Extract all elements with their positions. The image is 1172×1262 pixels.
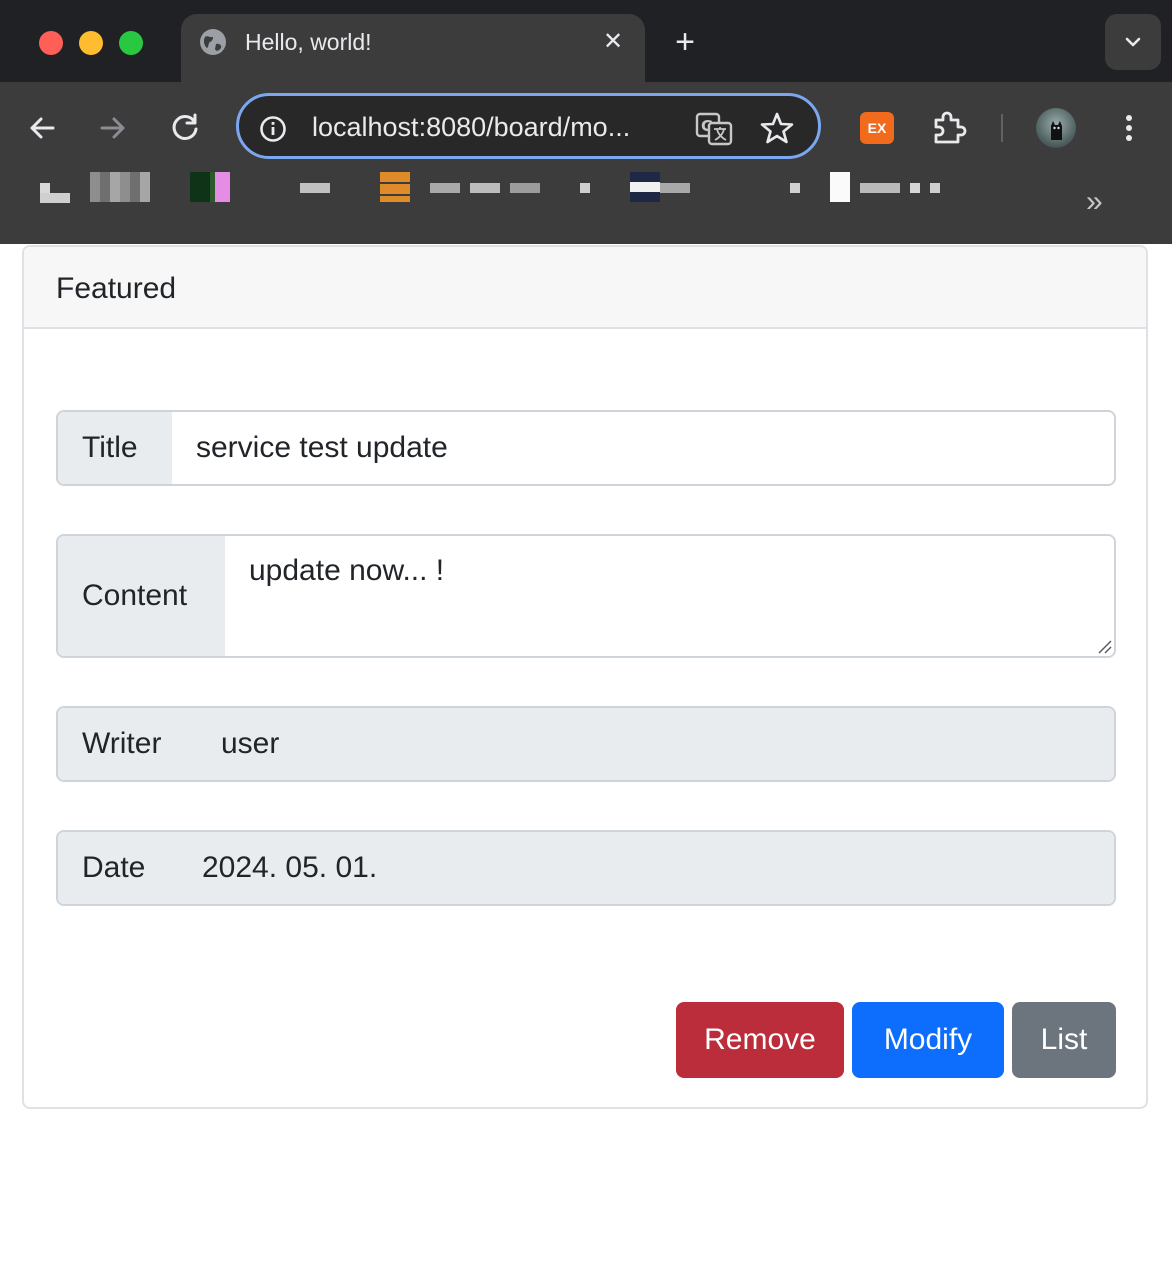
back-arrow-icon[interactable] [24, 110, 60, 146]
extension-ex-button[interactable]: EX [860, 112, 894, 144]
bookmark-item[interactable] [790, 183, 800, 193]
writer-label-text: Writer [82, 727, 162, 760]
bookmark-item[interactable] [190, 172, 230, 202]
writer-input-group: Writer user [56, 706, 1116, 782]
bookmark-item[interactable] [830, 172, 860, 202]
browser-toolbar: localhost:8080/board/mo... G EX » [0, 82, 1172, 244]
kebab-menu-icon[interactable] [1116, 110, 1142, 146]
window-minimize-button[interactable] [79, 31, 103, 55]
title-label: Title [58, 412, 174, 484]
content-textarea[interactable]: update now... ! [225, 536, 1114, 656]
tab-title: Hello, world! [245, 29, 372, 55]
tab-strip: Hello, world! ✕ + [0, 0, 1172, 82]
bookmark-item[interactable] [40, 183, 50, 193]
bookmark-item[interactable] [660, 183, 690, 193]
bookmark-item[interactable] [40, 193, 70, 203]
content-label: Content [58, 536, 227, 656]
globe-icon [200, 29, 226, 55]
address-bar[interactable]: localhost:8080/board/mo... G [236, 93, 821, 159]
browser-tab-active[interactable]: Hello, world! ✕ [181, 14, 645, 82]
plus-icon[interactable]: + [668, 25, 702, 60]
date-label: Date [58, 832, 180, 904]
card-header: Featured [24, 247, 1146, 329]
date-label-text: Date [82, 851, 146, 884]
bookmark-item[interactable] [630, 172, 660, 202]
title-input-value: service test update [196, 431, 448, 464]
translate-icon[interactable]: G [695, 112, 733, 146]
bookmarks-bar: » [0, 172, 1172, 232]
url-text[interactable]: localhost:8080/board/mo... [312, 111, 672, 143]
chevron-down-icon [1125, 37, 1141, 47]
date-input-group: Date 2024. 05. 01. [56, 830, 1116, 906]
board-card: Featured Title service test update Conte… [22, 245, 1148, 1109]
title-input[interactable]: service test update [172, 412, 1114, 484]
bookmark-item[interactable] [860, 183, 940, 193]
writer-label: Writer [58, 708, 199, 780]
title-input-group: Title service test update [56, 410, 1116, 486]
date-input: 2024. 05. 01. [178, 832, 1114, 904]
content-input-group: Content update now... ! [56, 534, 1116, 658]
star-icon[interactable] [759, 110, 795, 146]
date-input-value: 2024. 05. 01. [202, 851, 378, 884]
toolbar-divider [1001, 114, 1003, 142]
title-label-text: Title [82, 431, 138, 464]
resize-grip-icon[interactable] [1096, 638, 1112, 654]
bookmark-item[interactable] [300, 183, 330, 193]
window-close-button[interactable] [39, 31, 63, 55]
bookmark-item[interactable] [90, 172, 150, 202]
bookmark-item[interactable] [580, 183, 590, 193]
tab-search-button[interactable] [1105, 14, 1161, 70]
modify-button[interactable]: Modify [852, 1002, 1004, 1078]
info-icon[interactable] [259, 115, 287, 143]
window-zoom-button[interactable] [119, 31, 143, 55]
puzzle-icon[interactable] [930, 110, 968, 146]
writer-input-value: user [221, 727, 280, 760]
card-header-title: Featured [56, 272, 177, 305]
writer-input: user [197, 708, 1114, 780]
profile-avatar[interactable] [1036, 108, 1076, 148]
forward-arrow-icon[interactable] [95, 110, 131, 146]
reload-icon[interactable] [167, 110, 203, 146]
content-textarea-value: update now... ! [249, 554, 445, 587]
bookmark-item[interactable] [380, 172, 410, 202]
list-button[interactable]: List [1012, 1002, 1116, 1078]
remove-button[interactable]: Remove [676, 1002, 844, 1078]
close-icon[interactable]: ✕ [601, 28, 625, 56]
bookmarks-overflow-button[interactable]: » [1086, 187, 1103, 217]
bookmark-item[interactable] [430, 183, 540, 193]
content-label-text: Content [82, 579, 188, 612]
